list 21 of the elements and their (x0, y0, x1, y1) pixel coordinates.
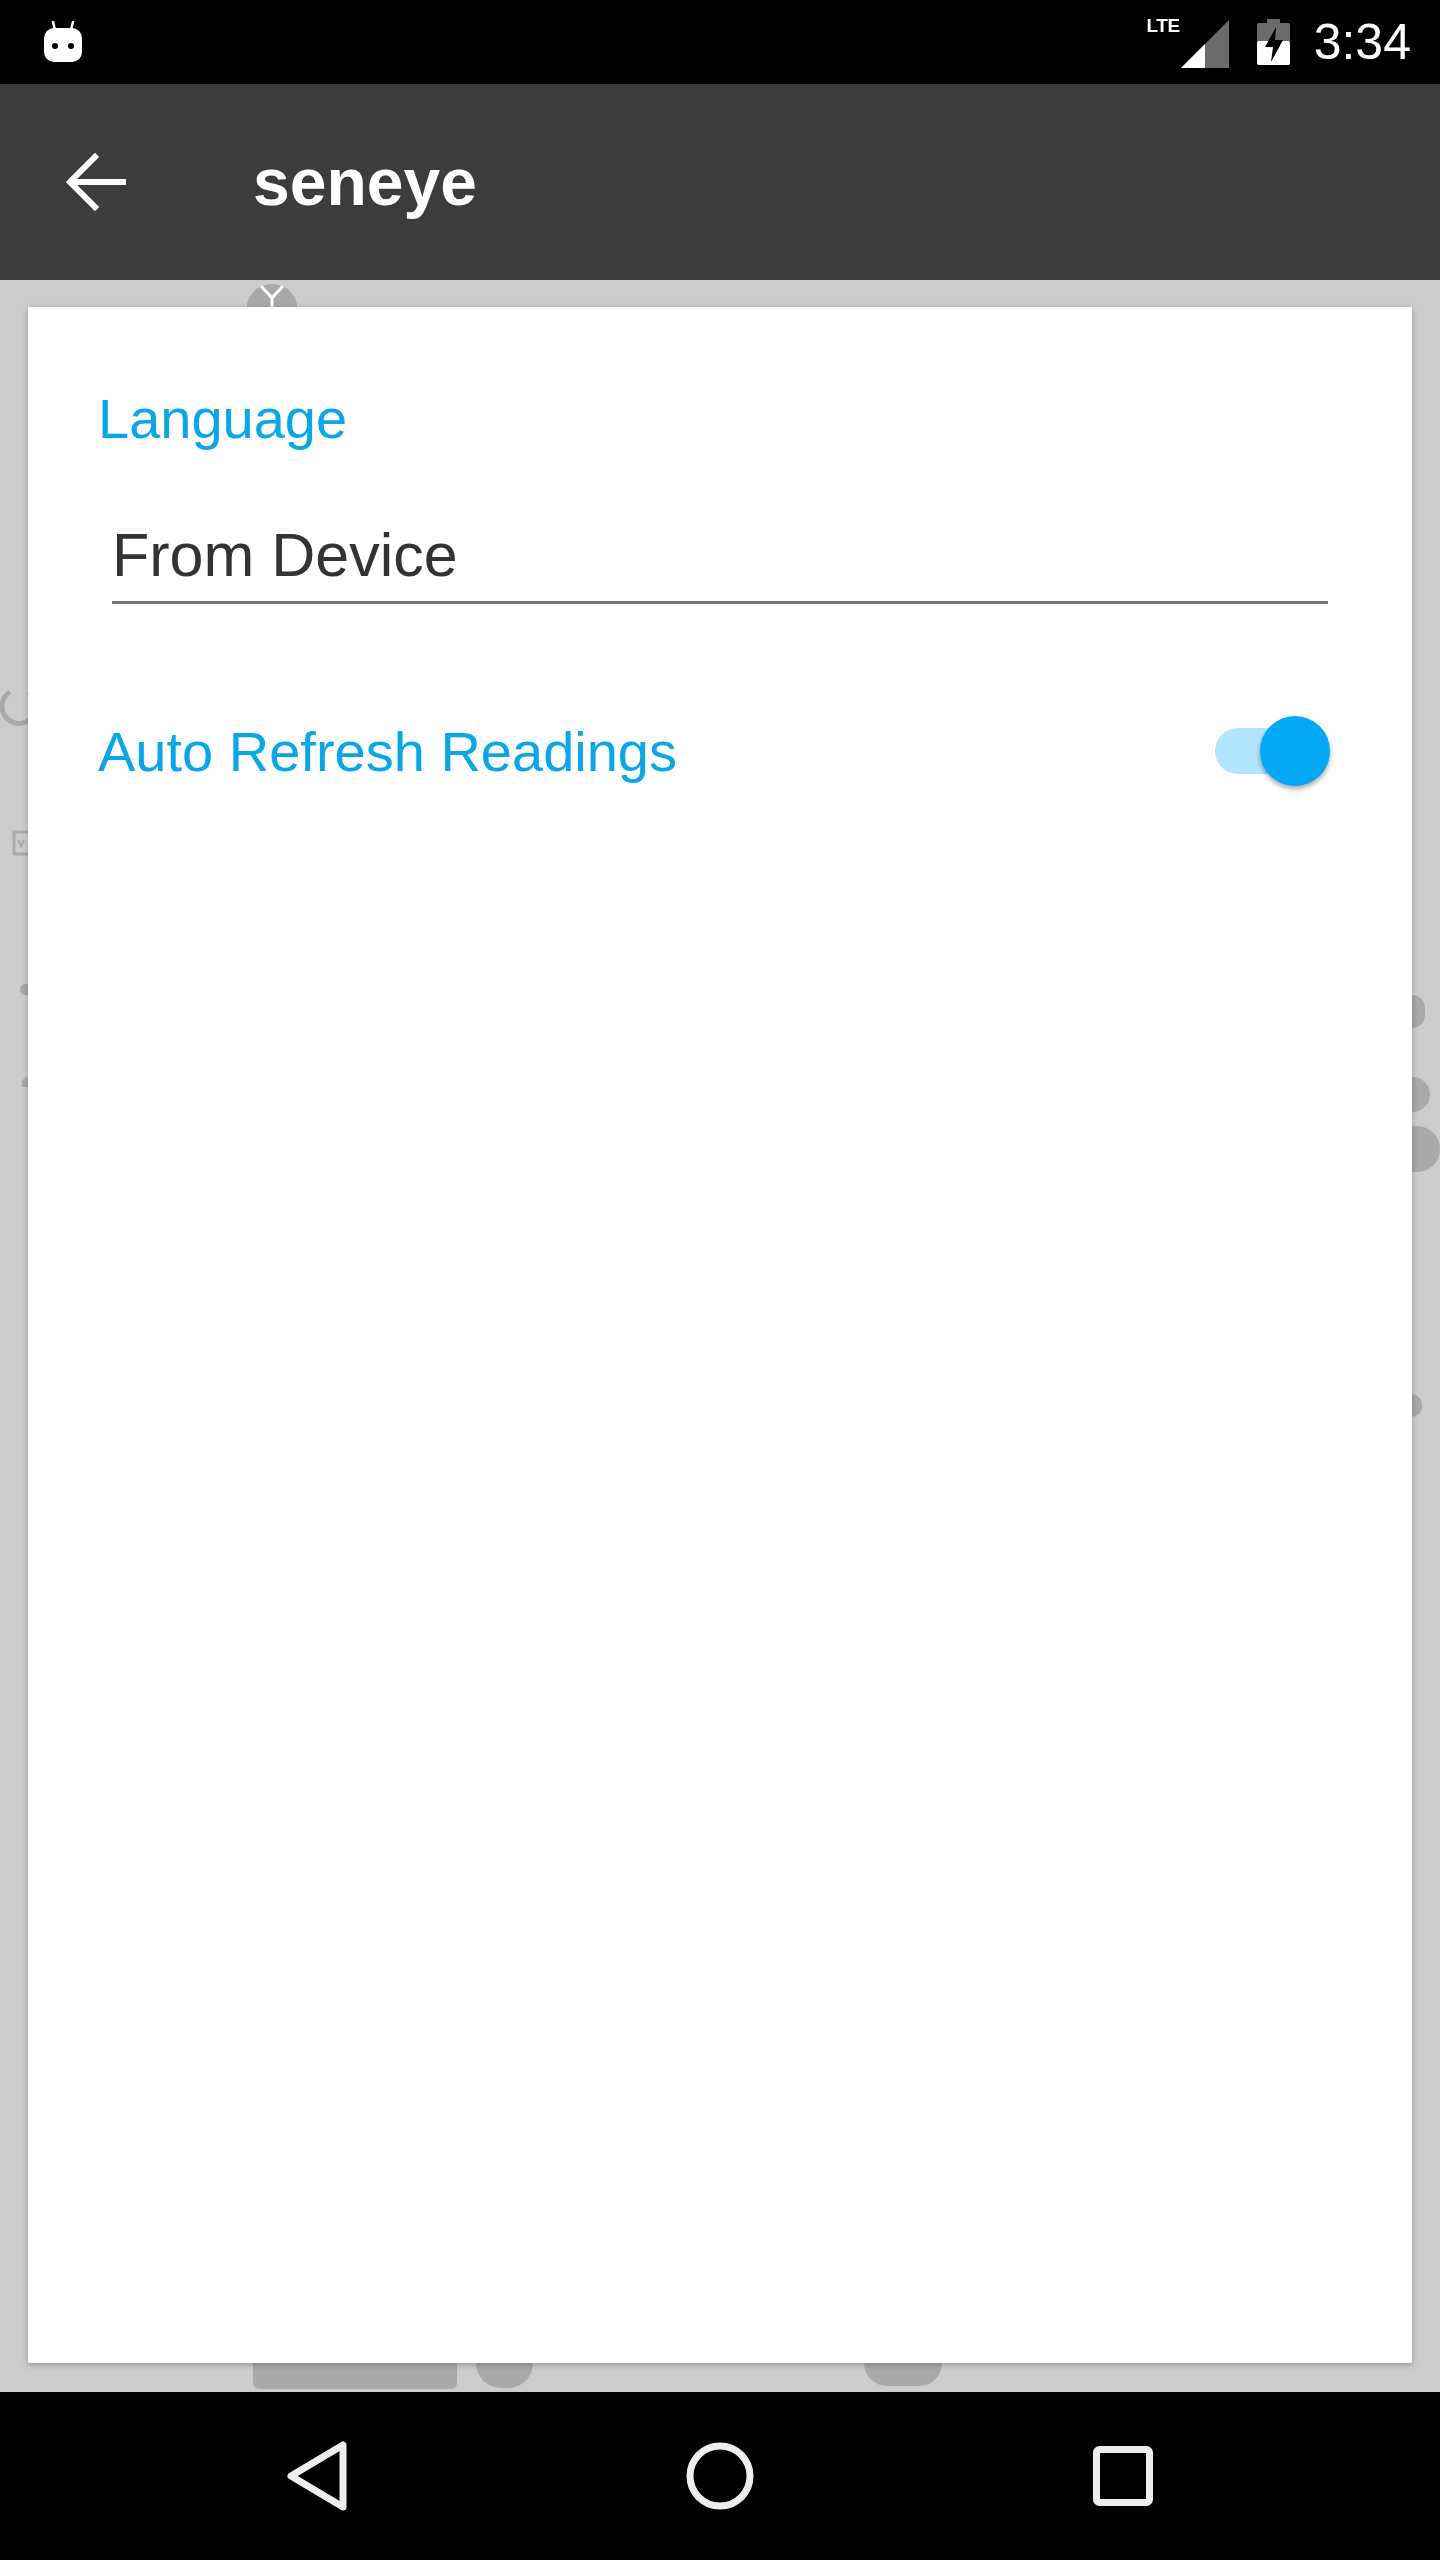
recents-square-icon (1093, 2446, 1153, 2506)
partly-hidden-shape (1412, 1126, 1440, 1172)
partly-hidden-shape (476, 2363, 533, 2388)
network-type-label: LTE (1146, 16, 1180, 35)
partly-hidden-shape (1412, 995, 1425, 1028)
partly-hidden-shape (1412, 1077, 1430, 1112)
back-arrow-icon (66, 153, 126, 211)
android-head-icon (41, 21, 85, 63)
partly-hidden-shape (20, 984, 28, 995)
signal-strength-icon (1180, 20, 1229, 68)
auto-refresh-label: Auto Refresh Readings (98, 718, 677, 785)
toggle-switch[interactable] (1213, 716, 1330, 786)
status-time: 3:34 (1313, 17, 1411, 67)
partly-hidden-shape (1412, 1394, 1422, 1417)
home-circle-icon (686, 2442, 754, 2510)
back-triangle-icon (286, 2440, 348, 2512)
partly-hidden-icon (12, 830, 28, 856)
partly-hidden-shape (22, 1077, 28, 1087)
language-field[interactable]: From Device (112, 518, 1328, 604)
battery-charging-icon (1256, 19, 1290, 65)
language-label: Language (98, 386, 349, 452)
